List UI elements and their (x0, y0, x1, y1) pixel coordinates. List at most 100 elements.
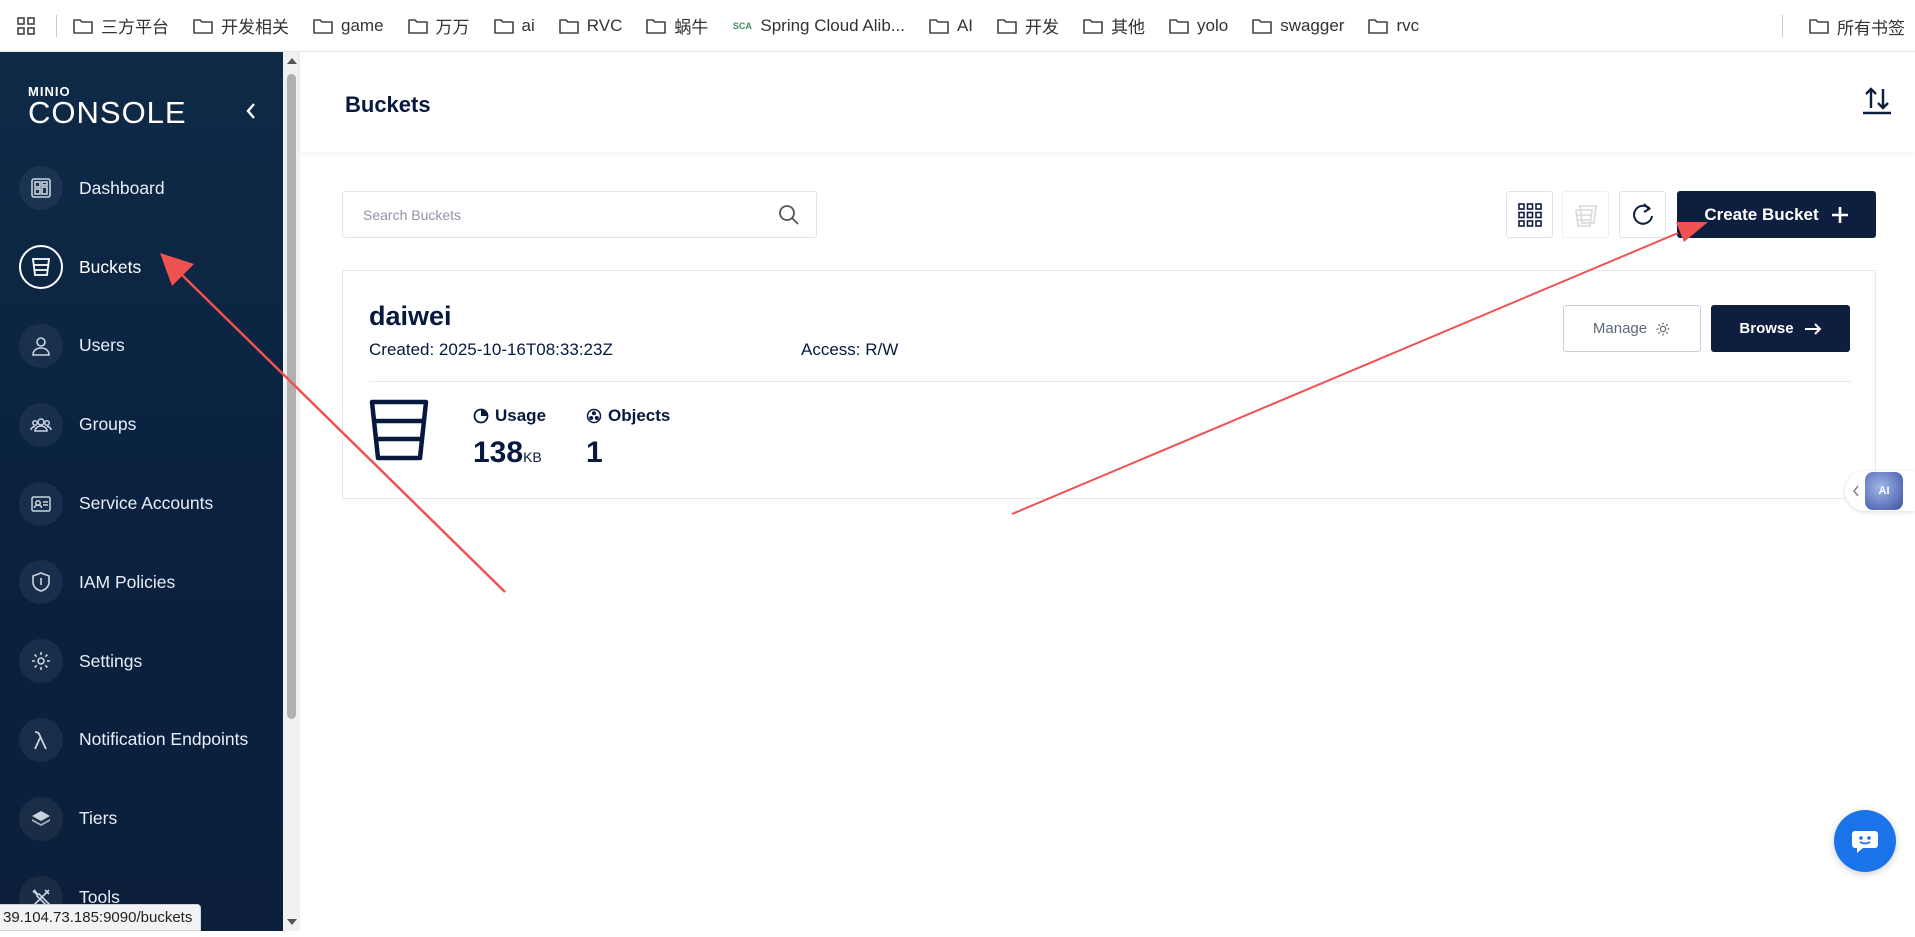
bookmark-label: 其他 (1111, 18, 1146, 37)
sidebar-item-iam-policies[interactable]: IAM Policies (0, 543, 283, 622)
sidebar-scrollbar[interactable] (283, 52, 300, 931)
bookmark-item[interactable]: 开发 (985, 8, 1071, 44)
chevron-left-icon (246, 103, 255, 119)
bookmark-label: game (341, 15, 384, 35)
bucket-name[interactable]: daiwei (369, 301, 452, 332)
bookmark-item[interactable]: yolo (1157, 8, 1240, 44)
manage-button[interactable]: Manage (1563, 305, 1701, 352)
folder-icon (313, 18, 333, 34)
page-title: Buckets (345, 92, 431, 117)
refresh-icon (1632, 202, 1653, 225)
all-bookmarks[interactable]: 所有书签 (1778, 0, 1915, 52)
bookmark-label: rvc (1396, 15, 1420, 35)
upload-download-button[interactable] (1861, 86, 1893, 121)
multi-bucket-icon (1574, 204, 1597, 227)
browse-button[interactable]: Browse (1711, 305, 1850, 352)
sidebar-item-tiers[interactable]: Tiers (0, 779, 283, 858)
folder-icon (1169, 18, 1189, 34)
logo-console: CONSOLE (28, 95, 187, 130)
scroll-up-arrow-icon[interactable] (287, 58, 297, 64)
sca-icon: SCA (732, 20, 752, 31)
sidebar-item-label: Groups (79, 414, 137, 435)
bookmark-item[interactable]: ai (482, 8, 547, 44)
search-input[interactable] (363, 206, 778, 223)
sidebar-item-label: Service Accounts (79, 493, 214, 514)
bookmark-label: 蜗牛 (674, 18, 709, 37)
gear-icon (1656, 322, 1670, 335)
bucket-card: daiwei Created: 2025-10-16T08:33:23Z Acc… (342, 270, 1876, 499)
folder-icon (558, 18, 579, 34)
sidebar: MINIO CONSOLE Dashboard Buckets Users Group… (0, 52, 283, 931)
objects-value: 1 (586, 436, 603, 469)
status-url: 39.104.73.185:9090/buckets (0, 904, 202, 931)
bookmark-item[interactable]: 开发相关 (181, 8, 301, 44)
bookmark-item[interactable]: 其他 (1071, 8, 1157, 44)
chat-bot-icon (1852, 831, 1878, 853)
sort-arrows-icon (1863, 87, 1891, 115)
objects-icon (586, 408, 602, 424)
sidebar-item-label: Settings (79, 650, 143, 671)
scrollbar-thumb[interactable] (287, 74, 296, 719)
folder-icon (73, 18, 93, 34)
create-bucket-button[interactable]: Create Bucket (1677, 191, 1876, 238)
sidebar-item-groups[interactable]: Groups (0, 385, 283, 464)
bookmark-item[interactable]: 三方平台 (61, 8, 181, 44)
folder-icon (929, 18, 949, 34)
collapse-sidebar-button[interactable] (238, 98, 264, 124)
sidebar-item-dashboard[interactable]: Dashboard (0, 149, 283, 228)
folder-icon (997, 18, 1017, 34)
shield-icon (19, 560, 63, 605)
sidebar-item-settings[interactable]: Settings (0, 622, 283, 701)
grid-view-button[interactable] (1506, 191, 1553, 238)
bookmark-label: swagger (1280, 15, 1345, 35)
sidebar-item-label: Buckets (79, 256, 142, 277)
manage-label: Manage (1592, 320, 1648, 337)
sidebar-item-label: Notification Endpoints (79, 729, 249, 750)
all-bookmarks-label: 所有书签 (1837, 18, 1905, 38)
bookmark-item[interactable]: swagger (1240, 8, 1356, 44)
arrow-right-icon (1804, 322, 1822, 335)
bookmarks-separator (1782, 15, 1783, 37)
bookmark-item[interactable]: SCA Spring Cloud Alib... (720, 8, 917, 44)
user-icon (19, 323, 63, 368)
ai-assistant-tab[interactable]: AI (1845, 471, 1915, 511)
bookmark-label: ai (521, 15, 535, 35)
bookmark-label: 开发 (1025, 18, 1060, 37)
bookmark-item[interactable]: 蜗牛 (634, 8, 720, 44)
chat-support-button[interactable] (1834, 810, 1896, 872)
gear-icon (19, 639, 63, 684)
bookmark-item[interactable]: RVC (547, 8, 635, 44)
scroll-down-arrow-icon[interactable] (287, 919, 297, 925)
all-bookmarks-item[interactable]: 所有书签 (1797, 8, 1915, 44)
apps-grid-icon[interactable] (0, 0, 52, 52)
minio-console-logo[interactable]: MINIO CONSOLE (28, 84, 187, 130)
objects-label: Objects (608, 406, 671, 425)
bookmark-item[interactable]: rvc (1356, 8, 1431, 44)
create-bucket-label: Create Bucket (1704, 204, 1819, 224)
chevron-left-icon (1852, 485, 1859, 497)
search-bar[interactable] (342, 191, 817, 238)
bookmark-item[interactable]: game (301, 8, 396, 44)
usage-stat: Usage 138KB (473, 406, 546, 470)
bookmark-item[interactable]: 万万 (396, 8, 482, 44)
groups-icon (19, 402, 63, 447)
layers-icon (19, 796, 63, 841)
usage-label: Usage (495, 406, 547, 425)
refresh-button[interactable] (1619, 191, 1666, 238)
bookmark-list: 三方平台 开发相关 game 万万 ai RVC 蜗牛 SCA Spring Cloud Ali… (61, 8, 1431, 44)
search-icon[interactable] (778, 204, 800, 226)
sidebar-item-buckets[interactable]: Buckets (0, 228, 283, 307)
sidebar-item-users[interactable]: Users (0, 307, 283, 386)
bookmark-label: 开发相关 (221, 18, 289, 37)
sidebar-item-service-accounts[interactable]: Service Accounts (0, 464, 283, 543)
bookmark-item[interactable]: AI (917, 8, 985, 44)
page-header: Buckets (300, 52, 1915, 152)
sidebar-item-notification-endpoints[interactable]: Notification Endpoints (0, 701, 283, 780)
plus-icon (1831, 206, 1848, 223)
bucket-icon (369, 399, 429, 466)
bucket-created: Created: 2025-10-16T08:33:23Z (369, 340, 613, 359)
bookmark-label: 三方平台 (101, 18, 169, 37)
bulk-bucket-button[interactable] (1562, 191, 1609, 238)
bucket-access: Access: R/W (801, 340, 899, 359)
sidebar-item-label: Users (79, 335, 125, 356)
